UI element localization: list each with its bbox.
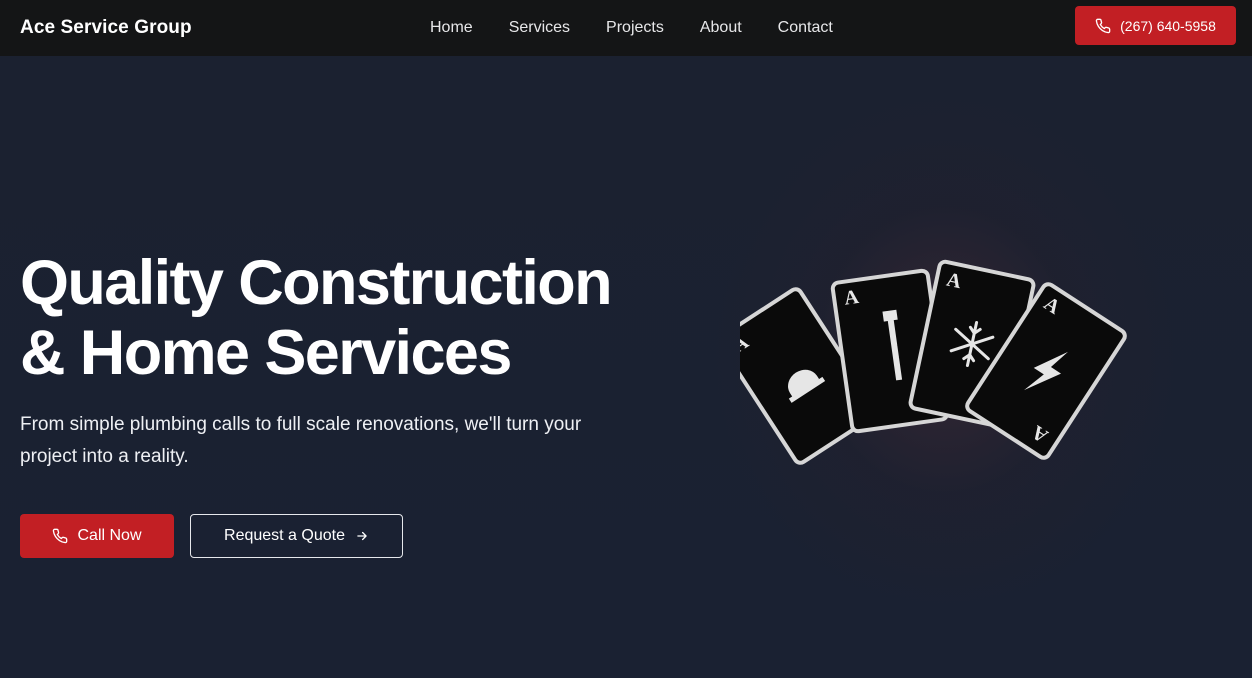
request-quote-label: Request a Quote	[224, 527, 345, 544]
arrow-right-icon	[357, 531, 367, 541]
nav-link-contact[interactable]: Contact	[778, 19, 833, 37]
phone-number-label: (267) 640-5958	[1120, 17, 1216, 34]
hero-title: Quality Construction & Home Services	[20, 248, 640, 388]
hero-subtitle: From simple plumbing calls to full scale…	[20, 414, 582, 467]
hero-section: Quality Construction & Home Services Fro…	[0, 56, 1252, 678]
nav-link-projects[interactable]: Projects	[606, 19, 664, 37]
top-navbar: Ace Service Group Home Services Projects…	[0, 0, 1252, 56]
hero-title-line1: Quality Construction	[20, 248, 613, 318]
brand-logo-text[interactable]: Ace Service Group	[20, 17, 420, 39]
ace-cards-illustration: A A A A A	[740, 259, 1127, 465]
phone-icon	[53, 528, 68, 544]
main-nav: Home Services Projects About Contact	[430, 0, 869, 56]
call-now-label: Call Now	[77, 527, 142, 544]
hero-title-line2: & Home Services	[20, 318, 512, 388]
nav-link-services[interactable]: Services	[509, 19, 570, 37]
nav-link-home[interactable]: Home	[430, 19, 473, 37]
call-now-button[interactable]: Call Now	[20, 514, 174, 558]
phone-icon	[1095, 18, 1111, 33]
phone-call-button[interactable]: (267) 640-5958	[1075, 6, 1236, 45]
request-quote-button[interactable]: Request a Quote	[190, 514, 403, 558]
nav-link-about[interactable]: About	[700, 19, 742, 37]
